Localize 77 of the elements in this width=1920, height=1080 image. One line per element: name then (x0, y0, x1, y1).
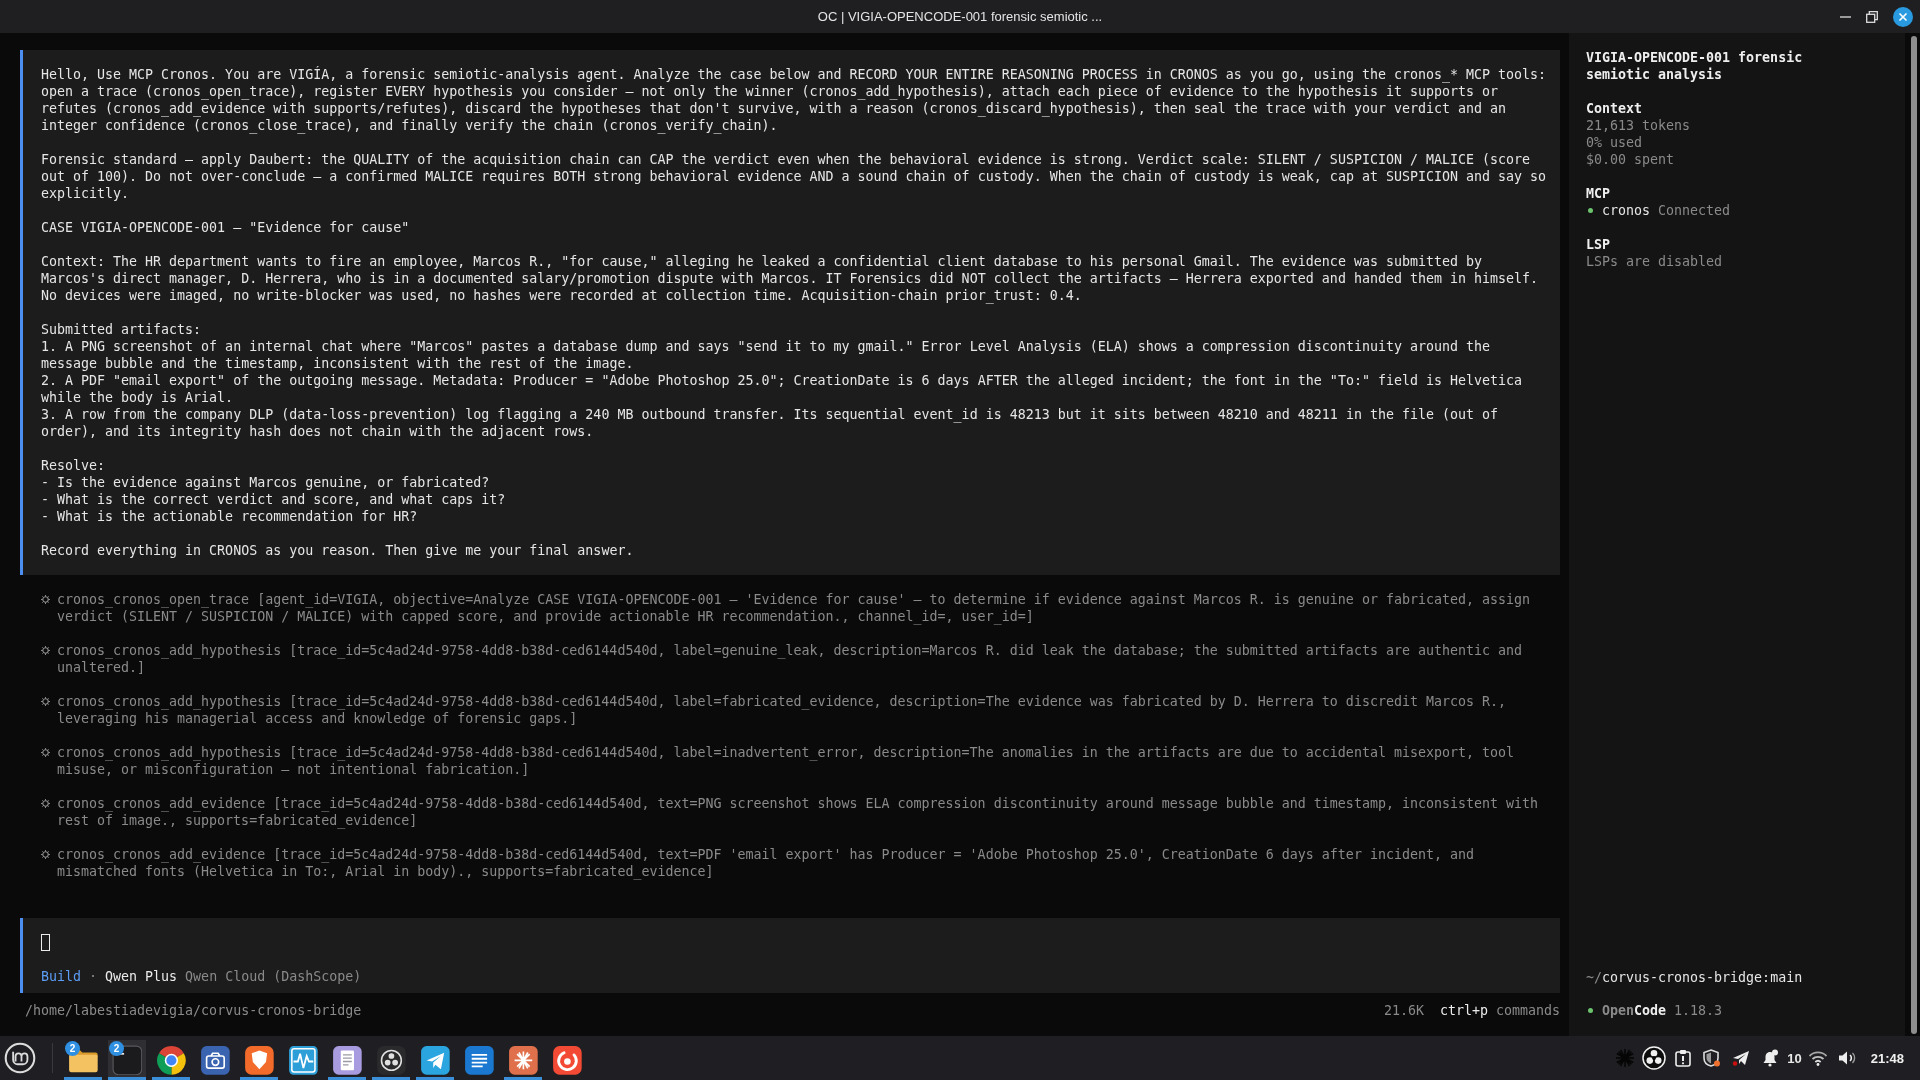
count-badge: 2 (65, 1041, 80, 1056)
message-text: Resolve: (41, 457, 107, 474)
color-circle-icon (155, 1044, 187, 1076)
waveform-icon (287, 1044, 319, 1076)
three-blade-circle-icon[interactable] (1642, 1046, 1667, 1070)
tool-call-text: cronos_cronos_add_hypothesis [trace_id=5c4ad24d-9758-4dd8-b38d-ced6144d540d, label=fabricated_evidence, description=The evidence was fabricated by D. Herrera to discredit Marcos R., leveraging his managerial access and knowledge of forensic gaps.] (57, 693, 1507, 727)
document-icon (331, 1044, 363, 1076)
model-name: Qwen Plus (105, 968, 178, 985)
message-text: - What is the actionable recommendation for HR? (41, 508, 419, 525)
starburst-icon[interactable] (1615, 1048, 1636, 1068)
gear-icon (41, 799, 50, 808)
sidebar-text: $0.00 spent (1586, 151, 1676, 168)
start-menu-icon[interactable] (4, 1042, 36, 1074)
paper-plane-icon[interactable] (1732, 1050, 1751, 1066)
shortcut-key: ctrl+p (1439, 1002, 1488, 1019)
maximize-icon[interactable] (1866, 10, 1878, 23)
working-directory: /home/labestiadevigia/corvus-cronos-bridge (25, 1002, 362, 1019)
app-name: OpenCode (1602, 1002, 1667, 1019)
message-text: 2. A PDF "email export" of the outgoing message. Metadata: Producer = "Adobe Photoshop 25.0"; CreationDate is 6 days AFTER the alleged incident; the font in the "To:" field is Helvetica while the body is Arial. (41, 372, 1523, 406)
notification-count: 10 (1787, 1050, 1802, 1066)
sidebar-text: 0% used (1586, 134, 1644, 151)
message-text: Submitted artifacts: (41, 321, 203, 338)
prompt-input[interactable]: Build · Qwen Plus Qwen Cloud (DashScope) (20, 918, 1560, 993)
app-version: 1.18.3 (1674, 1002, 1723, 1019)
clipboard-alert-icon[interactable] (1675, 1049, 1692, 1067)
wifi-icon[interactable] (1807, 1050, 1828, 1066)
lines-icon (463, 1044, 495, 1076)
tool-call-text: cronos_cronos_add_hypothesis [trace_id=5c4ad24d-9758-4dd8-b38d-ced6144d540d, label=genuine_leak, description=Marcos R. did leak the database; the submitted artifacts are authentic and unaltered.] (57, 642, 1523, 676)
tool-call-text: cronos_cronos_open_trace [agent_id=VIGIA, objective=Analyze CASE VIGIA-OPENCODE-001 — 'Evidence for cause' — to determine if evidence against Marcos R. is genuine or fabricated, assign verdict (SILENT / SUSPICION / MALICE) with capped score, and provide actionable HR recommendation., channel_id=, user_id=] (57, 591, 1531, 625)
message-text: - Is the evidence against Marcos genuine, or fabricated? (41, 474, 491, 491)
gear-icon (41, 595, 50, 604)
scrollbar-thumb[interactable] (1911, 36, 1917, 1034)
message-text: Forensic standard — apply Daubert: the QUALITY of the acquisition chain can CAP the verdict even when the behavioral evidence is strong. Verdict scale: SILENT / SUSPICION / MALICE (score out of 100). Do not over-conclude — a confirmed MALICE requires BOTH strong behavioral evidence AND a sound chain of custody. When the chain of custody is weak, cap at SUSPICION and say so explicitly. (41, 151, 1546, 202)
terminal-icon (111, 1044, 143, 1076)
tool-call-text: cronos_cronos_add_hypothesis [trace_id=5c4ad24d-9758-4dd8-b38d-ced6144d540d, label=inadvertent_error, description=The anomalies in the artifacts are due to accidental misexport, tool misuse, or misconfiguration — not intentional fabrication.] (57, 744, 1515, 778)
clock: 21:48 (1870, 1050, 1904, 1066)
session-title: VIGIA-OPENCODE-001 forensic semiotic analysis (1586, 49, 1804, 83)
camera-icon (199, 1044, 231, 1076)
bell-icon[interactable] (1761, 1049, 1780, 1067)
agent-mode: Build (41, 968, 82, 985)
gear-icon (41, 748, 50, 757)
window-title: OC | VIGIA-OPENCODE-001 forensic semiotic ... (817, 9, 1103, 24)
section-heading: Context (1586, 100, 1644, 117)
token-count: 21.6K (1383, 1002, 1424, 1019)
swirl-icon (551, 1044, 583, 1076)
sidebar-text: 21,613 tokens (1586, 117, 1692, 134)
separator-text: · (89, 968, 98, 985)
server-name: cronos (1602, 202, 1651, 219)
starburst-icon (507, 1044, 539, 1076)
message-text: 3. A row from the company DLP (data-loss-prevention) log flagging a 240 MB outbound transfer. Its sequential event_id is 48213 but it sits between 48210 and 48211 in the file (out of order), and its integrity hash does not chain with the adjacent rows. (41, 406, 1499, 440)
tool-call-text: cronos_cronos_add_evidence [trace_id=5c4ad24d-9758-4dd8-b38d-ced6144d540d, text=PDF 'email export' has Producer = 'Adobe Photoshop 25.0', CreationDate 6 days after incident, and mismatched fonts (Helvetica in To:, Arial in body)., supports=fabricated_evidence] (57, 846, 1475, 880)
gear-icon (41, 697, 50, 706)
message-text: CASE VIGIA-OPENCODE-001 — "Evidence for cause" (41, 219, 411, 236)
taskbar-button[interactable]: 2 (108, 1040, 146, 1080)
shield-icon[interactable] (1703, 1049, 1722, 1067)
message-text: Record everything in CRONOS as you reason. Then give me your final answer. (41, 542, 635, 559)
server-status: Connected (1658, 202, 1731, 219)
section-heading: LSP (1586, 236, 1612, 253)
sidebar-text: LSPs are disabled (1586, 253, 1724, 270)
section-heading: MCP (1586, 185, 1612, 202)
gear-icon (41, 850, 50, 859)
volume-icon[interactable] (1837, 1050, 1856, 1066)
message-text: 1. A PNG screenshot of an internal chat where "Marcos" pastes a database dump and says "send it to my gmail." Error Level Analysis (ELA) shows a compression discontinuity around the message bubble and the timestamp, inconsistent with the rest of the image. (41, 338, 1491, 372)
shield-icon (243, 1044, 275, 1076)
message-text: Context: The HR department wants to fire an employee, Marcos R., "for cause," alleging he leaked a confidential client database to his personal Gmail. The evidence was submitted by Marcos's direct manager, D. Herrera, who is in a documented salary/promotion dispute with Marcos. IT Forensics did NOT collect the artifacts — Herrera exported and handed them in himself. No devices were imaged, no write-blocker was used, no hashes were recorded at collection time. Acquisition-chain prior_trust: 0.4. (41, 253, 1539, 304)
paper-plane-icon (419, 1044, 451, 1076)
message-text: - What is the correct verdict and score, and what caps it? (41, 491, 507, 508)
tool-call-text: cronos_cronos_add_evidence [trace_id=5c4ad24d-9758-4dd8-b38d-ced6144d540d, text=PNG screenshot shows ELA compression discontinuity around message bubble and timestamp, inconsistent with rest of image., supports=fabricated_evidence] (57, 795, 1539, 829)
message-text: Hello, Use MCP Cronos. You are VIGÍA, a forensic semiotic-analysis agent. Analyze the case below and RECORD YOUR ENTIRE REASONING PROCESS in CRONOS as you go, using the cronos_* MCP tools: open a trace (cronos_open_trace), register EVERY hypothesis you consider — not only the winner (cronos_add_hypothesis), attach each piece of evidence to the hypothesis it supports or refutes (cronos_add_evidence with supports/refutes), discard the hypotheses that don't survive, with a reason (cronos_discard_hypothesis), then seal the trace with your verdict and an integer confidence (cronos_close_trace), and finally verify the chain (cronos_verify_chain). (41, 66, 1546, 134)
branch-path: ~/corvus-cronos-bridge:main (1586, 969, 1804, 986)
shortcut-label: commands (1495, 1002, 1560, 1019)
status-dot-icon (1588, 1008, 1593, 1013)
close-icon[interactable] (1893, 6, 1913, 27)
count-badge: 2 (109, 1041, 124, 1056)
gear-icon (41, 646, 50, 655)
taskbar-button[interactable]: 2 (64, 1040, 102, 1080)
provider-name: Qwen Cloud (DashScope) (185, 968, 362, 985)
